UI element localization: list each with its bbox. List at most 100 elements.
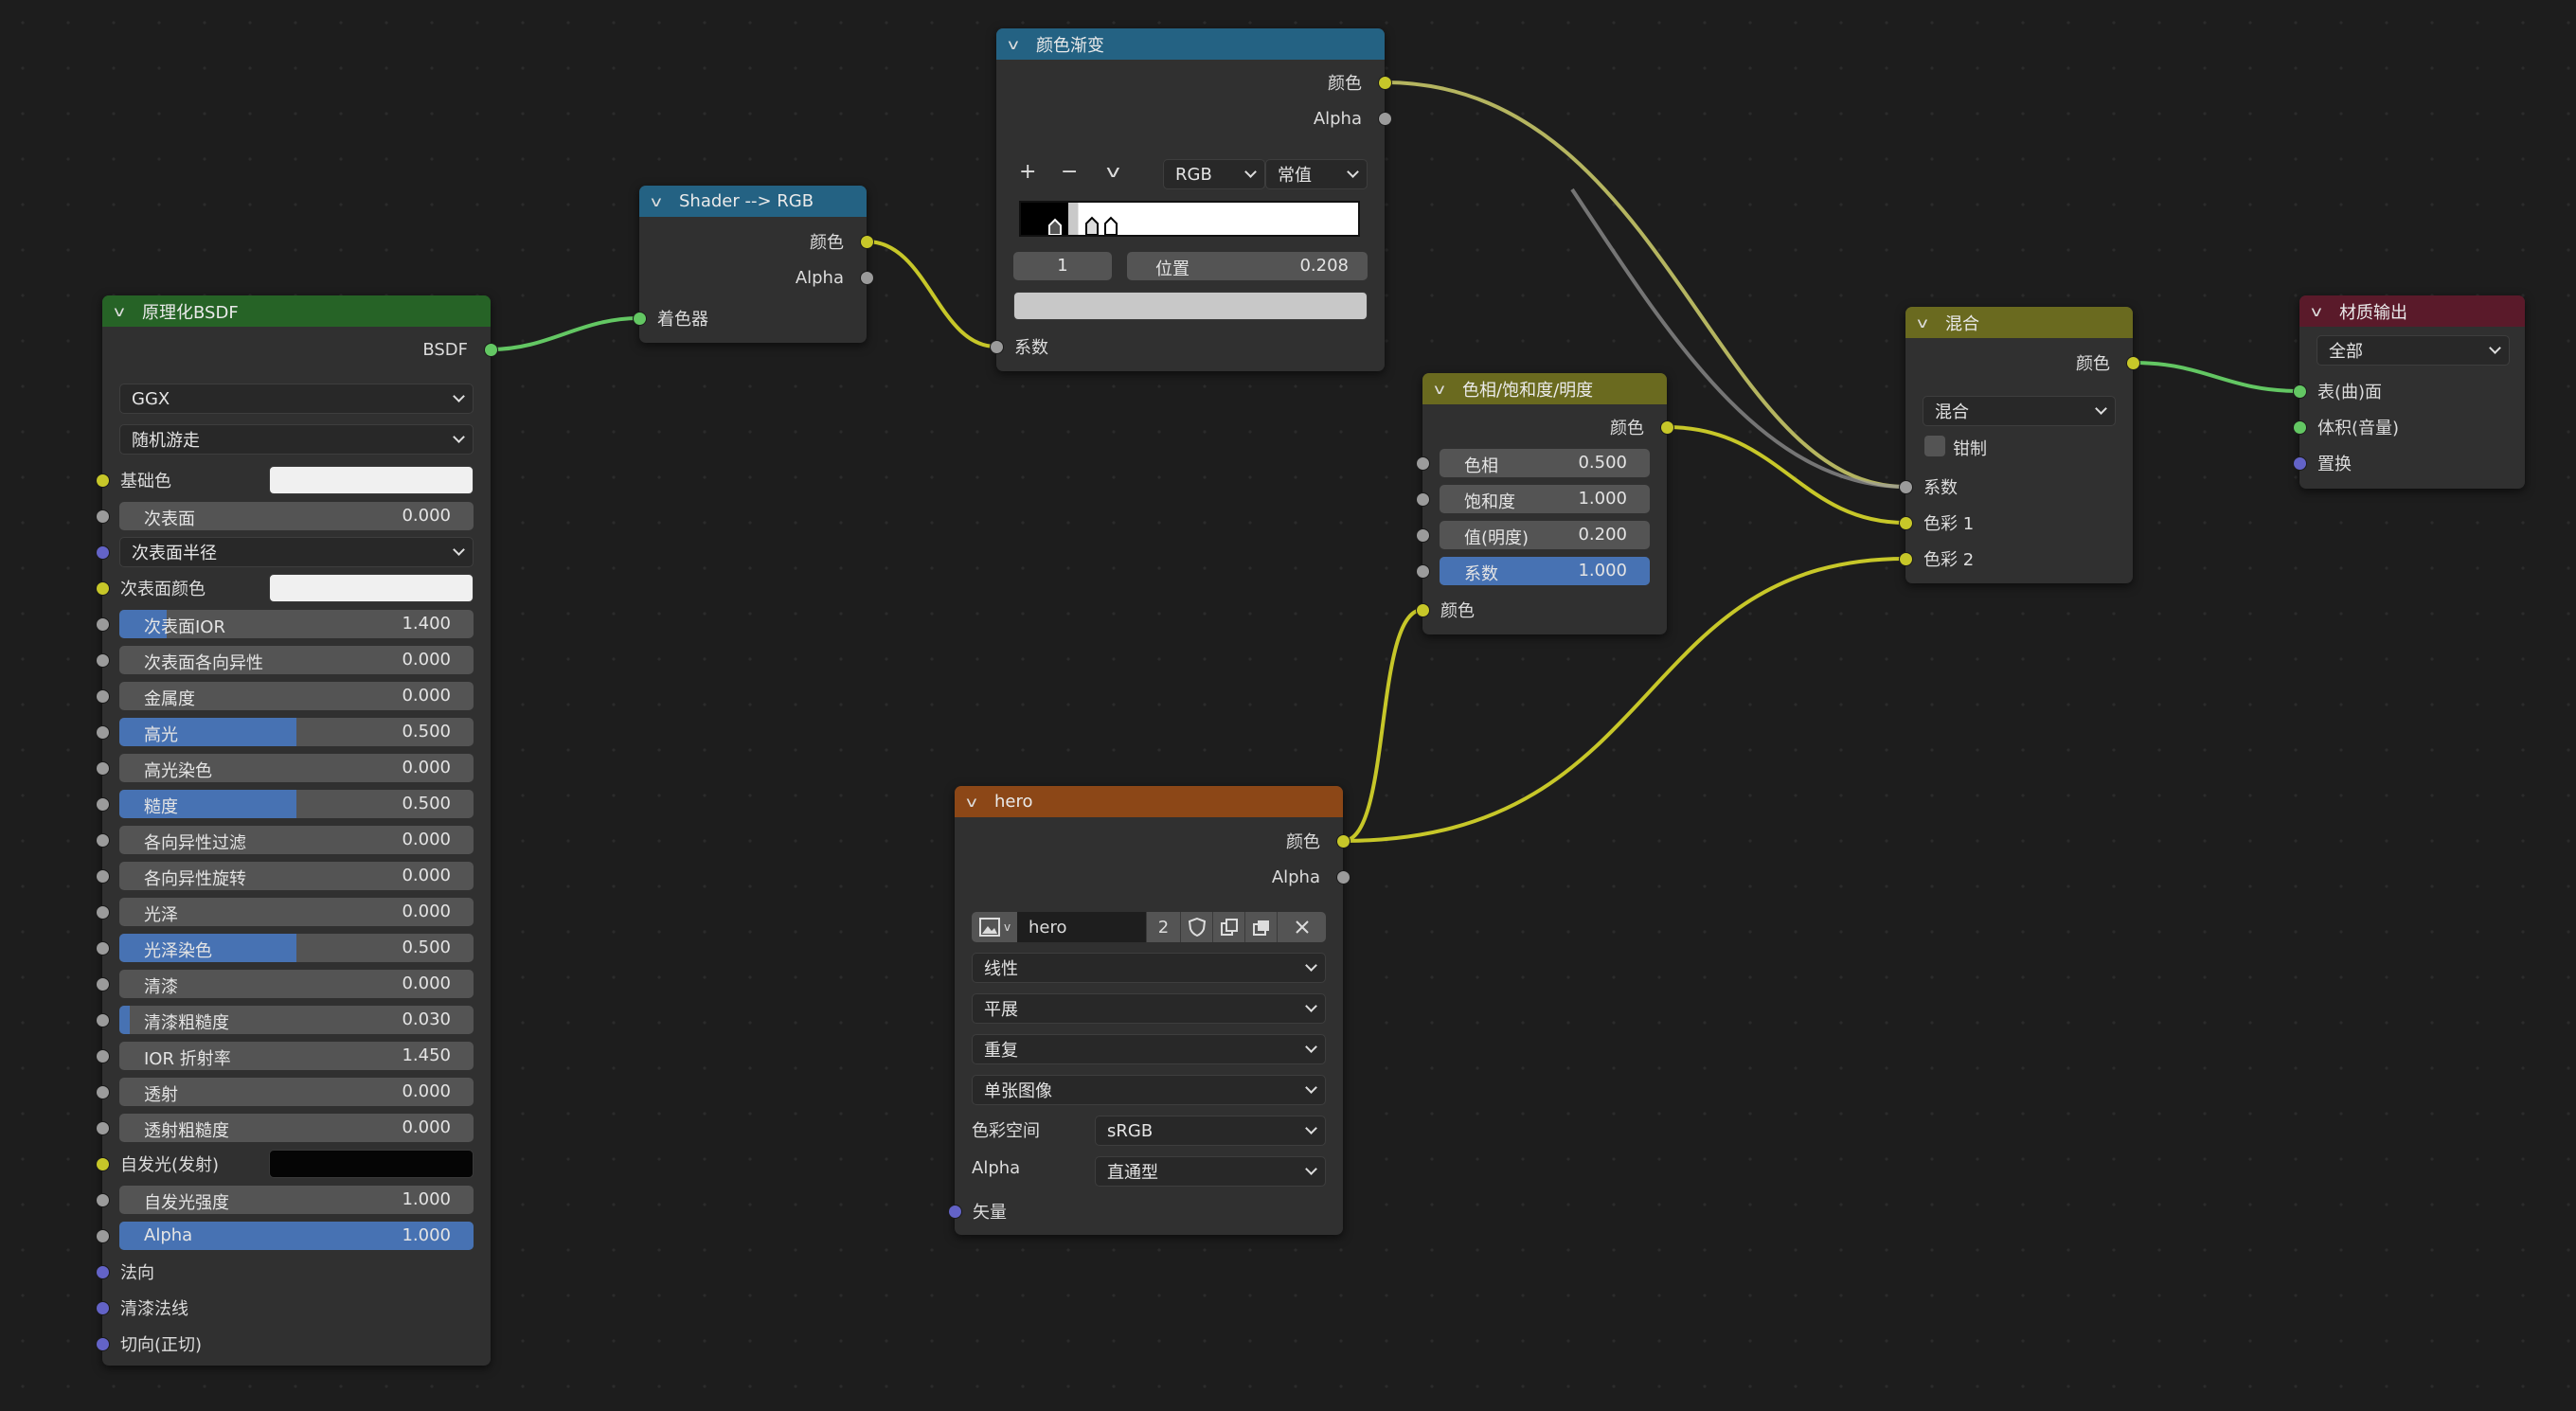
fac-field[interactable]: 系数 1.000 [1440, 557, 1650, 585]
sss-radius-select[interactable]: 次表面半径 [119, 537, 474, 567]
aniso-rot-field[interactable]: 各向异性旋转 0.000 [119, 862, 474, 890]
sss-aniso-field[interactable]: 次表面各向异性 0.000 [119, 646, 474, 674]
node-header[interactable]: v 色相/饱和度/明度 [1422, 373, 1667, 404]
color-ramp-node[interactable]: v 颜色渐变 颜色 Alpha + − v RGB 常值 1 位置 0.208 系数 [989, 28, 1392, 371]
stop-index-field[interactable]: 1 [1013, 252, 1112, 280]
em-strength-field[interactable]: 自发光强度 1.000 [119, 1186, 474, 1214]
color-ramp-gradient[interactable] [1019, 201, 1360, 237]
alpha-output-socket[interactable] [859, 270, 874, 285]
fake-user-shield-icon[interactable] [1180, 912, 1212, 942]
alpha-output-socket[interactable] [1377, 111, 1392, 126]
sss-color-swatch[interactable] [269, 574, 474, 602]
trans-socket[interactable] [95, 1084, 110, 1099]
metallic-socket[interactable] [95, 688, 110, 704]
alpha-field[interactable]: Alpha 1.000 [119, 1222, 474, 1250]
sss-ior-socket[interactable] [95, 616, 110, 632]
remove-stop-button[interactable]: − [1061, 160, 1078, 184]
displacement-input-socket[interactable] [2292, 455, 2307, 471]
value-field[interactable]: 值(明度) 0.200 [1440, 521, 1650, 549]
sheen-field[interactable]: 光泽 0.000 [119, 898, 474, 926]
shader-input-socket[interactable] [632, 311, 647, 326]
stop-marker-1[interactable] [1085, 216, 1099, 235]
principled-bsdf-node[interactable]: v 原理化BSDF BSDF GGX 随机游走 基础色 次表面 0.000 次表面半… [95, 295, 498, 1366]
node-header[interactable]: v hero [955, 786, 1343, 817]
emission-socket[interactable] [95, 1156, 110, 1171]
roughness-field[interactable]: 糙度 0.500 [119, 790, 474, 818]
normal-socket[interactable] [95, 1264, 110, 1279]
sheen-tint-socket[interactable] [95, 940, 110, 956]
aniso-field[interactable]: 各向异性过滤 0.000 [119, 826, 474, 854]
volume-input-socket[interactable] [2292, 420, 2307, 435]
color-output-socket[interactable] [859, 234, 874, 249]
stop-color-swatch[interactable] [1013, 292, 1368, 320]
tangent-socket[interactable] [95, 1336, 110, 1351]
color-input-socket[interactable] [1415, 602, 1430, 617]
stop-marker-2-active[interactable] [1104, 216, 1118, 235]
trans-rough-field[interactable]: 透射粗糙度 0.000 [119, 1114, 474, 1142]
spec-tint-field[interactable]: 高光染色 0.000 [119, 754, 474, 782]
source-select[interactable]: 单张图像 [972, 1075, 1326, 1105]
collapse-icon[interactable]: v [966, 794, 998, 811]
collapse-icon[interactable]: v [2311, 303, 2343, 320]
specular-field[interactable]: 高光 0.500 [119, 718, 474, 746]
subsurface-method-select[interactable]: 随机游走 [119, 424, 474, 455]
interpolation-select[interactable]: 常值 [1265, 159, 1368, 189]
color2-input-socket[interactable] [1898, 551, 1913, 566]
trans-field[interactable]: 透射 0.000 [119, 1078, 474, 1106]
image-name-field[interactable]: hero [1017, 912, 1146, 942]
ramp-menu-chevron-icon[interactable]: v [1106, 162, 1120, 182]
ior-field[interactable]: IOR 折射率 1.450 [119, 1042, 474, 1070]
ior-socket[interactable] [95, 1048, 110, 1063]
node-header[interactable]: v 颜色渐变 [996, 28, 1385, 60]
node-header[interactable]: v 原理化BSDF [102, 295, 491, 327]
stop-position-field[interactable]: 位置 0.208 [1127, 252, 1368, 280]
collapse-icon[interactable]: v [1008, 36, 1040, 53]
duplicate-icon[interactable] [1212, 912, 1244, 942]
vector-input-socket[interactable] [947, 1204, 962, 1219]
collapse-icon[interactable]: v [1917, 314, 1949, 331]
add-stop-button[interactable]: + [1019, 160, 1036, 184]
aniso-socket[interactable] [95, 832, 110, 848]
value-socket[interactable] [1415, 527, 1430, 543]
collapse-icon[interactable]: v [114, 303, 146, 320]
base-color-swatch[interactable] [269, 466, 474, 494]
color-mode-select[interactable]: RGB [1163, 159, 1265, 189]
alpha-mode-select[interactable]: 直通型 [1095, 1156, 1326, 1187]
specular-socket[interactable] [95, 724, 110, 740]
alpha-output-socket[interactable] [1335, 869, 1351, 884]
alpha-socket[interactable] [95, 1228, 110, 1243]
color-output-socket[interactable] [1377, 75, 1392, 90]
open-image-icon[interactable] [1244, 912, 1277, 942]
projection-select[interactable]: 平展 [972, 993, 1326, 1024]
subsurface-socket[interactable] [95, 509, 110, 524]
sheen-tint-field[interactable]: 光泽染色 0.500 [119, 934, 474, 962]
sss-ior-field[interactable]: 次表面IOR 1.400 [119, 610, 474, 638]
saturation-field[interactable]: 饱和度 1.000 [1440, 485, 1650, 513]
clearcoat-field[interactable]: 清漆 0.000 [119, 970, 474, 998]
blend-type-select[interactable]: 混合 [1923, 396, 2116, 426]
spec-tint-socket[interactable] [95, 760, 110, 776]
mix-rgb-node[interactable]: v 混合 颜色 混合 钳制 系数 色彩 1 色彩 2 [1898, 307, 2140, 583]
image-texture-node[interactable]: v hero 颜色 Alpha v hero 2 线性 平展 重复 单张图像 色彩… [947, 786, 1351, 1235]
fac-input-socket[interactable] [989, 339, 1004, 354]
sss-aniso-socket[interactable] [95, 652, 110, 668]
extension-select[interactable]: 重复 [972, 1034, 1326, 1064]
sheen-socket[interactable] [95, 904, 110, 920]
clamp-checkbox[interactable] [1924, 436, 1945, 456]
em-strength-socket[interactable] [95, 1192, 110, 1207]
aniso-rot-socket[interactable] [95, 868, 110, 884]
color-output-socket[interactable] [2125, 355, 2140, 370]
hue-field[interactable]: 色相 0.500 [1440, 449, 1650, 477]
metallic-field[interactable]: 金属度 0.000 [119, 682, 474, 710]
collapse-icon[interactable]: v [651, 193, 683, 210]
hue-sat-val-node[interactable]: v 色相/饱和度/明度 颜色 色相 0.500 饱和度 1.000 值(明度) 0.20… [1415, 373, 1674, 634]
interpolation-select[interactable]: 线性 [972, 953, 1326, 983]
roughness-socket[interactable] [95, 796, 110, 812]
clearcoat-socket[interactable] [95, 976, 110, 991]
node-header[interactable]: v 材质输出 [2299, 295, 2525, 327]
cc-rough-field[interactable]: 清漆粗糙度 0.030 [119, 1006, 474, 1034]
image-browse-button[interactable]: v [972, 912, 1017, 942]
color-space-select[interactable]: sRGB [1095, 1116, 1326, 1146]
color1-input-socket[interactable] [1898, 515, 1913, 530]
distribution-select[interactable]: GGX [119, 384, 474, 414]
